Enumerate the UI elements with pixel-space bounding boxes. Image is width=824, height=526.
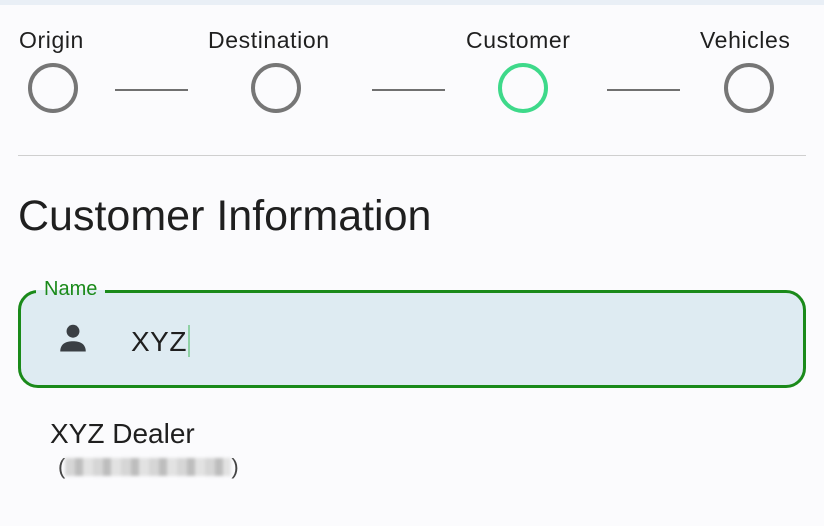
step-circle-vehicles[interactable] — [724, 63, 774, 113]
divider — [18, 155, 806, 156]
suggestion-subtitle-open: ( — [58, 454, 66, 479]
name-input[interactable]: XYZ — [131, 325, 190, 358]
step-circle-customer[interactable] — [498, 63, 548, 113]
redacted-text — [65, 458, 232, 476]
name-field-label-wrap: Name — [36, 278, 106, 300]
suggestion-subtitle: () — [58, 454, 239, 480]
section-title: Customer Information — [18, 192, 432, 240]
person-icon — [60, 324, 86, 352]
step-connector — [372, 89, 445, 91]
suggestion-subtitle-close: ) — [231, 454, 239, 479]
stepper: Origin Destination Customer Vehicles — [0, 0, 824, 130]
step-circle-origin[interactable] — [28, 63, 78, 113]
step-label-customer: Customer — [466, 27, 571, 53]
step-circle-destination[interactable] — [251, 63, 301, 113]
text-caret — [187, 325, 190, 357]
suggestion-item[interactable]: XYZ Dealer () — [50, 418, 350, 488]
name-field-label: Name — [44, 278, 98, 300]
suggestion-name: XYZ Dealer — [50, 418, 195, 449]
step-connector — [607, 89, 680, 91]
step-label-destination: Destination — [208, 27, 330, 53]
name-input-value: XYZ — [131, 326, 187, 357]
step-label-origin: Origin — [19, 27, 84, 53]
step-label-vehicles: Vehicles — [700, 27, 791, 53]
step-connector — [115, 89, 188, 91]
